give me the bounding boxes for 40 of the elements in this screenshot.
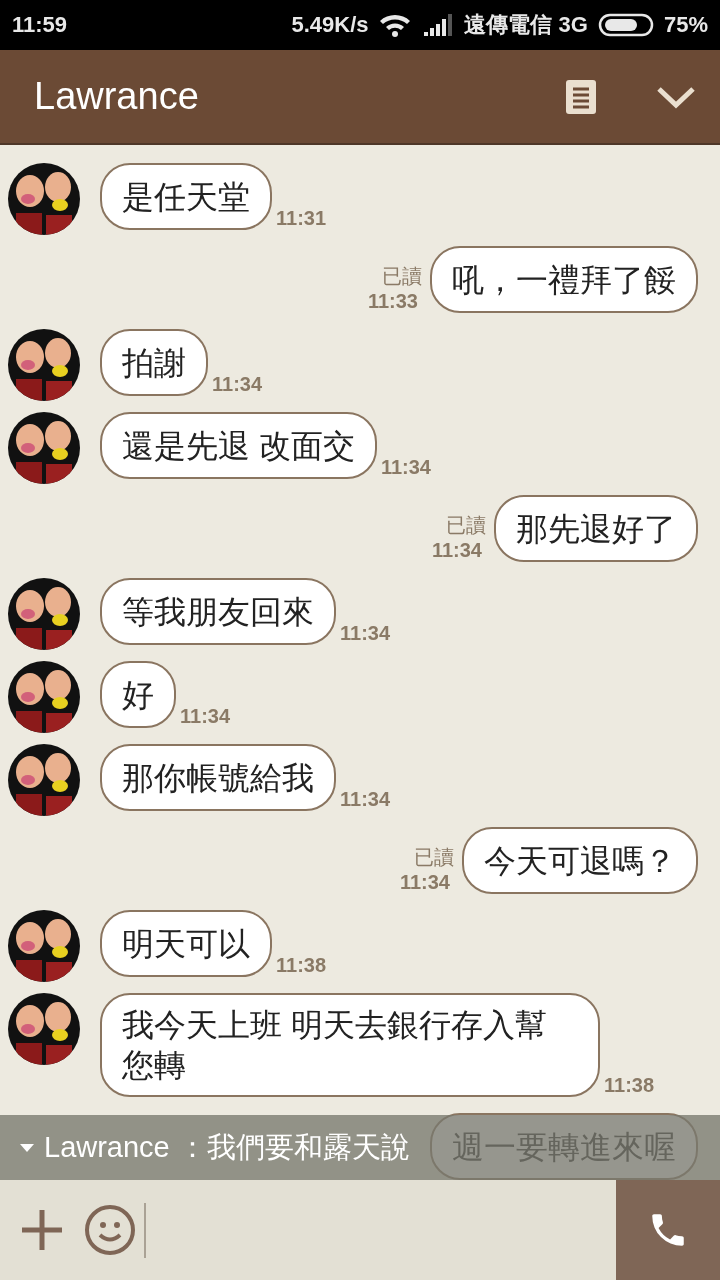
message-time: 11:34 — [180, 705, 231, 728]
plus-icon — [20, 1208, 64, 1252]
message-bubble: 那先退好了 — [494, 495, 698, 562]
message-time: 11:34 — [212, 373, 263, 396]
message-bubble: 今天可退嗎？ — [462, 827, 698, 894]
message-bubble: 我今天上班 明天去銀行存入幫您轉 — [100, 993, 600, 1097]
message-bubble: 吼，一禮拜了餒 — [430, 246, 698, 313]
read-receipt: 已讀 — [446, 513, 486, 538]
notification-text: Lawrance ：我們要和露天說 — [44, 1129, 410, 1165]
message-bubble: 是任天堂 — [100, 163, 272, 230]
message-time: 11:34 — [380, 456, 431, 479]
message-time: 11:34 — [399, 871, 450, 894]
message-bubble: 等我朋友回來 — [100, 578, 336, 645]
message-time: 11:34 — [340, 622, 391, 645]
message-time: 11:34 — [431, 539, 482, 562]
clock: 11:59 — [12, 12, 68, 38]
caret-icon — [20, 1143, 34, 1152]
call-button[interactable] — [616, 1180, 720, 1280]
wifi-icon — [378, 12, 413, 38]
read-receipt: 已讀 — [414, 845, 454, 870]
chat-title: Lawrance — [34, 75, 200, 118]
message-bubble: 明天可以 — [100, 910, 272, 977]
smiley-icon — [84, 1204, 136, 1256]
battery-percent: 75% — [663, 12, 708, 38]
battery-icon — [597, 13, 654, 37]
read-receipt: 已讀 — [382, 264, 422, 289]
message-time: 11:38 — [604, 1074, 655, 1097]
message-time: 11:38 — [276, 954, 327, 977]
message-time: 11:33 — [367, 290, 418, 313]
message-bubble: 那你帳號給我 — [100, 744, 336, 811]
message-time: 11:31 — [276, 207, 327, 230]
message-bubble: 還是先退 改面交 — [100, 412, 377, 479]
chevron-down-icon[interactable] — [656, 84, 696, 109]
note-icon[interactable] — [566, 79, 596, 114]
message-bubble: 好 — [100, 661, 176, 728]
carrier-name: 遠傳電信 3G — [464, 11, 588, 39]
network-speed: 5.49K/s — [291, 12, 369, 38]
message-bubble: 拍謝 — [100, 329, 208, 396]
message-time: 11:34 — [340, 788, 391, 811]
signal-icon — [422, 14, 455, 36]
